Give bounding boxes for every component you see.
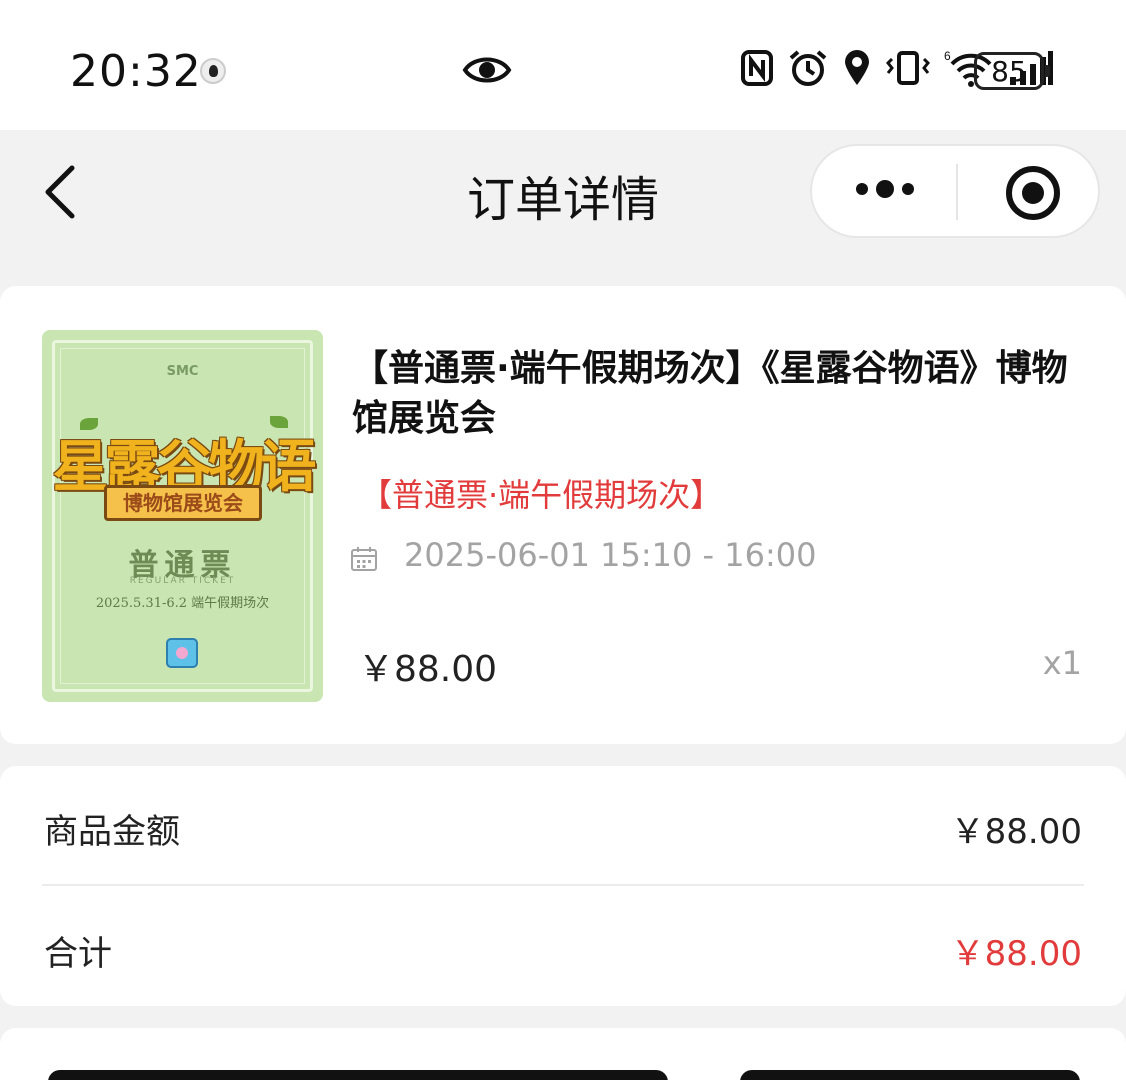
image-subtitle: 博物馆展览会	[104, 485, 262, 521]
alarm-icon	[789, 50, 827, 86]
eye-icon	[462, 57, 512, 83]
capsule-divider	[956, 164, 958, 220]
summary-divider	[42, 884, 1084, 886]
product-datetime: 2025-06-01 15:10 - 16:00	[404, 536, 817, 574]
mini-program-capsule	[810, 144, 1100, 238]
image-brand: SMC	[166, 364, 199, 379]
product-title[interactable]: 【普通票·端午假期场次】《星露谷物语》博物馆展览会	[352, 344, 1092, 444]
image-logo	[166, 638, 198, 668]
product-image[interactable]: SMC 星露谷物语 博物馆展览会 普通票 REGULAR TICKET 2025…	[42, 330, 323, 702]
product-variant: 【普通票·端午假期场次】	[360, 476, 723, 514]
battery-level: 85	[991, 54, 1027, 88]
ticket-panel-left[interactable]	[48, 1070, 668, 1080]
vibrate-icon	[886, 51, 930, 85]
product-price: ￥88.00	[358, 649, 498, 690]
ticket-panel-right[interactable]	[740, 1070, 1080, 1080]
image-ticket-type-en: REGULAR TICKET	[129, 576, 236, 586]
location-icon	[845, 50, 869, 85]
total-label: 合计	[44, 934, 112, 974]
total-value: ￥88.00	[950, 934, 1082, 974]
goods-amount-value: ￥88.00	[950, 812, 1082, 852]
status-bar: 20:32 6 85	[0, 0, 1126, 130]
battery-icon: 85	[974, 52, 1050, 90]
calendar-icon	[351, 547, 377, 571]
status-time: 20:32	[70, 46, 202, 97]
nfc-icon	[741, 50, 773, 86]
svg-text:6: 6	[944, 49, 951, 63]
more-icon[interactable]	[856, 180, 914, 198]
qq-icon	[200, 58, 226, 84]
product-quantity: x1	[1042, 644, 1082, 682]
close-target-icon[interactable]	[1006, 166, 1060, 220]
image-dates: 2025.5.31-6.2 端午假期场次	[95, 596, 270, 611]
goods-amount-label: 商品金额	[44, 812, 180, 852]
